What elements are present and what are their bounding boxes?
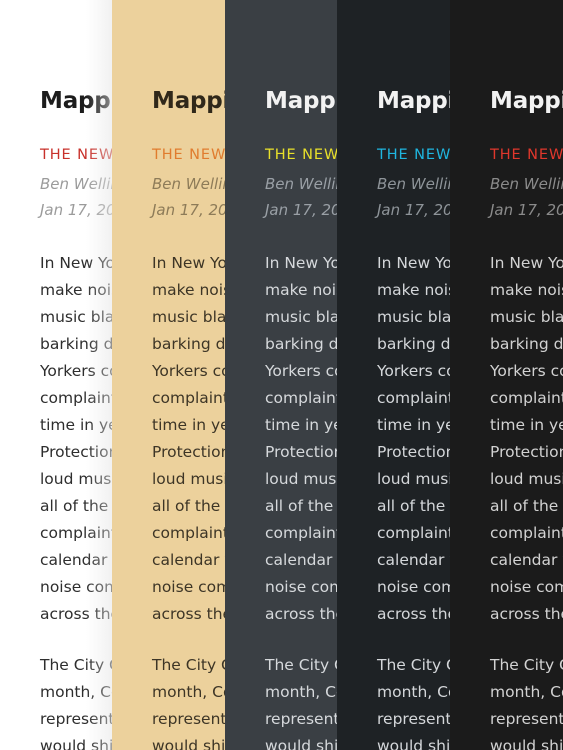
article-body: In New York City there is no shortage of… bbox=[40, 250, 112, 750]
article-paragraph: In New York City there is no shortage of… bbox=[490, 250, 563, 628]
paragraph-text: The City Council has taken notice of the… bbox=[377, 656, 450, 701]
article-author: Ben Wellington bbox=[490, 175, 563, 193]
article-paragraph: The City Council has taken notice of the… bbox=[490, 652, 563, 750]
article-paragraph: The City Council has taken notice of the… bbox=[40, 652, 112, 750]
article-body: In New York City there is no shortage of… bbox=[152, 250, 225, 750]
article-body: In New York City there is no shortage of… bbox=[265, 250, 337, 750]
article-publication: THE NEW YORKER bbox=[152, 147, 225, 163]
article-date: Jan 17, 2015 bbox=[265, 201, 337, 219]
article-author: Ben Wellington bbox=[40, 175, 112, 193]
article-publication: THE NEW YORKER bbox=[265, 147, 337, 163]
theme-panel-black[interactable]: Mapping New York's Noise Complaints THE N… bbox=[450, 0, 563, 750]
article-date: Jan 17, 2015 bbox=[152, 201, 225, 219]
article-date: Jan 17, 2015 bbox=[490, 201, 563, 219]
theme-panel-dark[interactable]: Mapping New York's Noise Complaints THE N… bbox=[337, 0, 450, 750]
article-title: Mapping New York's Noise Complaints bbox=[40, 88, 112, 114]
article-body: In New York City there is no shortage of… bbox=[490, 250, 563, 750]
article-view: Mapping New York's Noise Complaints THE N… bbox=[112, 0, 225, 750]
theme-panel-light[interactable]: Mapping New York's Noise Complaints THE N… bbox=[0, 0, 112, 750]
article-paragraph: In New York City there is no shortage of… bbox=[265, 250, 337, 628]
paragraph-text: The City Council has taken notice of the… bbox=[40, 656, 112, 701]
article-paragraph: In New York City there is no shortage of… bbox=[40, 250, 112, 628]
article-author: Ben Wellington bbox=[152, 175, 225, 193]
article-view: Mapping New York's Noise Complaints THE N… bbox=[0, 0, 112, 750]
article-date: Jan 17, 2015 bbox=[377, 201, 450, 219]
article-author: Ben Wellington bbox=[265, 175, 337, 193]
paragraph-text: In New York City there is no shortage of… bbox=[152, 254, 225, 623]
article-author: Ben Wellington bbox=[377, 175, 450, 193]
article-publication: THE NEW YORKER bbox=[40, 147, 112, 163]
paragraph-text: In New York City there is no shortage of… bbox=[490, 254, 563, 623]
paragraph-text: In New York City there is no shortage of… bbox=[40, 254, 112, 623]
article-view: Mapping New York's Noise Complaints THE N… bbox=[225, 0, 337, 750]
article-paragraph: The City Council has taken notice of the… bbox=[377, 652, 450, 750]
paragraph-text: In New York City there is no shortage of… bbox=[377, 254, 450, 623]
article-view: Mapping New York's Noise Complaints THE N… bbox=[337, 0, 450, 750]
article-title: Mapping New York's Noise Complaints bbox=[265, 88, 337, 114]
paragraph-text: The City Council has taken notice of the… bbox=[152, 656, 225, 701]
paragraph-text: The City Council has taken notice of the… bbox=[490, 656, 563, 701]
paragraph-text: In New York City there is no shortage of… bbox=[265, 254, 337, 623]
article-view: Mapping New York's Noise Complaints THE N… bbox=[450, 0, 563, 750]
article-paragraph: In New York City there is no shortage of… bbox=[152, 250, 225, 628]
article-paragraph: The City Council has taken notice of the… bbox=[265, 652, 337, 750]
paragraph-text: The City Council has taken notice of the… bbox=[265, 656, 337, 701]
theme-panel-sepia[interactable]: Mapping New York's Noise Complaints THE N… bbox=[112, 0, 225, 750]
article-title: Mapping New York's Noise Complaints bbox=[152, 88, 225, 114]
article-title: Mapping New York's Noise Complaints bbox=[377, 88, 450, 114]
article-publication: THE NEW YORKER bbox=[490, 147, 563, 163]
article-publication: THE NEW YORKER bbox=[377, 147, 450, 163]
article-body: In New York City there is no shortage of… bbox=[377, 250, 450, 750]
theme-comparison-strip: Mapping New York's Noise Complaints THE N… bbox=[0, 0, 563, 750]
article-date: Jan 17, 2015 bbox=[40, 201, 112, 219]
article-paragraph: The City Council has taken notice of the… bbox=[152, 652, 225, 750]
theme-panel-gray[interactable]: Mapping New York's Noise Complaints THE N… bbox=[225, 0, 337, 750]
article-paragraph: In New York City there is no shortage of… bbox=[377, 250, 450, 628]
article-title: Mapping New York's Noise Complaints bbox=[490, 88, 563, 114]
